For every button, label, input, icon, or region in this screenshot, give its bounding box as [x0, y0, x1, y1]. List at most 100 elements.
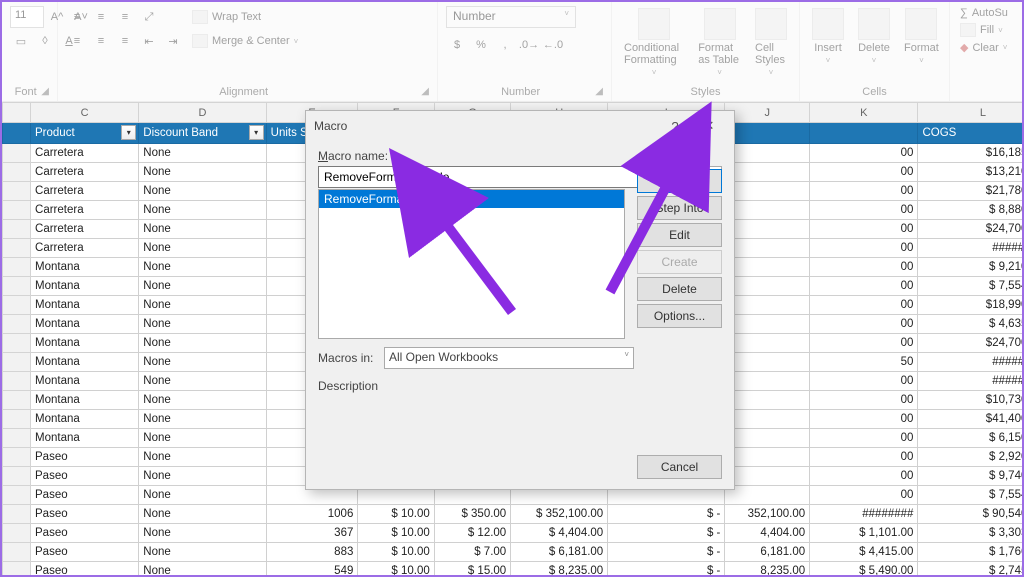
delete-macro-button[interactable]: Delete: [637, 277, 722, 301]
cell[interactable]: $ 9,210.00: [918, 258, 1022, 277]
cell[interactable]: 00: [810, 486, 918, 505]
run-button[interactable]: Run: [637, 169, 722, 193]
cell[interactable]: $ 6,150.00: [918, 429, 1022, 448]
filter-icon[interactable]: ▾: [121, 125, 136, 140]
macro-list[interactable]: RemoveFormatAsTable: [318, 189, 625, 339]
column-header[interactable]: [3, 103, 31, 123]
cell[interactable]: $ 2,745.00: [918, 562, 1022, 576]
cell[interactable]: None: [139, 448, 266, 467]
table-header-cell[interactable]: [725, 123, 810, 144]
cell[interactable]: Montana: [31, 391, 139, 410]
cell[interactable]: $13,210.00: [918, 163, 1022, 182]
cell[interactable]: $10,730.00: [918, 391, 1022, 410]
delete-button[interactable]: Delete˅: [854, 6, 894, 67]
cell[interactable]: None: [139, 258, 266, 277]
cell[interactable]: 00: [810, 201, 918, 220]
cell[interactable]: ########: [918, 353, 1022, 372]
row-header[interactable]: [3, 505, 31, 524]
cell[interactable]: 4,404.00: [725, 524, 810, 543]
dec-decimal-icon[interactable]: ←.0: [542, 34, 564, 56]
cell[interactable]: [725, 163, 810, 182]
row-header[interactable]: [3, 562, 31, 576]
cell[interactable]: $ 90,540.00: [918, 505, 1022, 524]
cell[interactable]: [725, 144, 810, 163]
cell[interactable]: $ 352,100.00: [511, 505, 608, 524]
cell[interactable]: Paseo: [31, 486, 139, 505]
border-icon[interactable]: ▭: [10, 30, 32, 52]
row-header[interactable]: [3, 201, 31, 220]
cell[interactable]: Montana: [31, 277, 139, 296]
close-button[interactable]: ✕: [692, 113, 726, 139]
fill-button[interactable]: Fill ˅: [958, 22, 1005, 38]
cell[interactable]: $ 8,235.00: [511, 562, 608, 576]
cell[interactable]: $ 3,303.00: [918, 524, 1022, 543]
column-header[interactable]: L: [918, 103, 1022, 123]
cell[interactable]: 00: [810, 163, 918, 182]
align-bottom-icon[interactable]: ≡: [114, 6, 136, 28]
cell[interactable]: $ 1,766.00: [918, 543, 1022, 562]
column-header[interactable]: C: [31, 103, 139, 123]
cell[interactable]: [725, 448, 810, 467]
cell[interactable]: Montana: [31, 296, 139, 315]
cell[interactable]: $ -: [608, 524, 725, 543]
cell[interactable]: Montana: [31, 372, 139, 391]
cell[interactable]: 00: [810, 277, 918, 296]
cell[interactable]: $ 15.00: [434, 562, 510, 576]
cell[interactable]: $ 12.00: [434, 524, 510, 543]
cell[interactable]: Paseo: [31, 448, 139, 467]
format-as-table-button[interactable]: Format as Table˅: [694, 6, 745, 79]
cell[interactable]: 549: [266, 562, 358, 576]
orientation-icon[interactable]: ⤢: [138, 6, 160, 28]
column-header[interactable]: D: [139, 103, 266, 123]
row-header[interactable]: [3, 410, 31, 429]
cell[interactable]: 00: [810, 239, 918, 258]
cell[interactable]: 6,181.00: [725, 543, 810, 562]
cell[interactable]: None: [139, 372, 266, 391]
cell[interactable]: Montana: [31, 334, 139, 353]
align-center-icon[interactable]: ≡: [90, 30, 112, 52]
cell[interactable]: $18,990.00: [918, 296, 1022, 315]
table-header-cell[interactable]: Product▾: [31, 123, 139, 144]
align-right-icon[interactable]: ≡: [114, 30, 136, 52]
cell[interactable]: $24,700.00: [918, 334, 1022, 353]
insert-button[interactable]: Insert˅: [808, 6, 848, 67]
cell[interactable]: $ -: [608, 543, 725, 562]
cell[interactable]: $ 5,490.00: [810, 562, 918, 576]
cell[interactable]: [725, 201, 810, 220]
create-button[interactable]: Create: [637, 250, 722, 274]
currency-icon[interactable]: $: [446, 34, 468, 56]
cell[interactable]: None: [139, 429, 266, 448]
inc-indent-icon[interactable]: ⇥: [162, 30, 184, 52]
comma-icon[interactable]: ,: [494, 34, 516, 56]
cell[interactable]: None: [139, 296, 266, 315]
row-header[interactable]: [3, 258, 31, 277]
cell[interactable]: $24,700.00: [918, 220, 1022, 239]
row-header[interactable]: [3, 144, 31, 163]
cell[interactable]: ########: [810, 505, 918, 524]
cell[interactable]: $ 9,740.00: [918, 467, 1022, 486]
cell[interactable]: [725, 239, 810, 258]
cell[interactable]: $21,780.00: [918, 182, 1022, 201]
cell[interactable]: Carretera: [31, 182, 139, 201]
cell[interactable]: None: [139, 505, 266, 524]
cell[interactable]: [725, 372, 810, 391]
dialog-launcher-icon[interactable]: ◢: [41, 86, 49, 97]
row-header[interactable]: [3, 296, 31, 315]
cell[interactable]: 00: [810, 182, 918, 201]
macros-in-select[interactable]: All Open Workbooks˅: [384, 347, 634, 369]
cell[interactable]: [725, 220, 810, 239]
cell[interactable]: $ 10.00: [358, 524, 434, 543]
row-header[interactable]: [3, 391, 31, 410]
dec-indent-icon[interactable]: ⇤: [138, 30, 160, 52]
align-left-icon[interactable]: ≡: [66, 30, 88, 52]
cell[interactable]: $ 7,554.00: [918, 277, 1022, 296]
row-header[interactable]: [3, 448, 31, 467]
cell[interactable]: Montana: [31, 429, 139, 448]
conditional-formatting-button[interactable]: Conditional Formatting˅: [620, 6, 688, 79]
column-header[interactable]: J: [725, 103, 810, 123]
cell[interactable]: $ 7.00: [434, 543, 510, 562]
cell[interactable]: $ 10.00: [358, 505, 434, 524]
cell[interactable]: [725, 258, 810, 277]
cell[interactable]: Paseo: [31, 562, 139, 576]
cell[interactable]: 00: [810, 220, 918, 239]
